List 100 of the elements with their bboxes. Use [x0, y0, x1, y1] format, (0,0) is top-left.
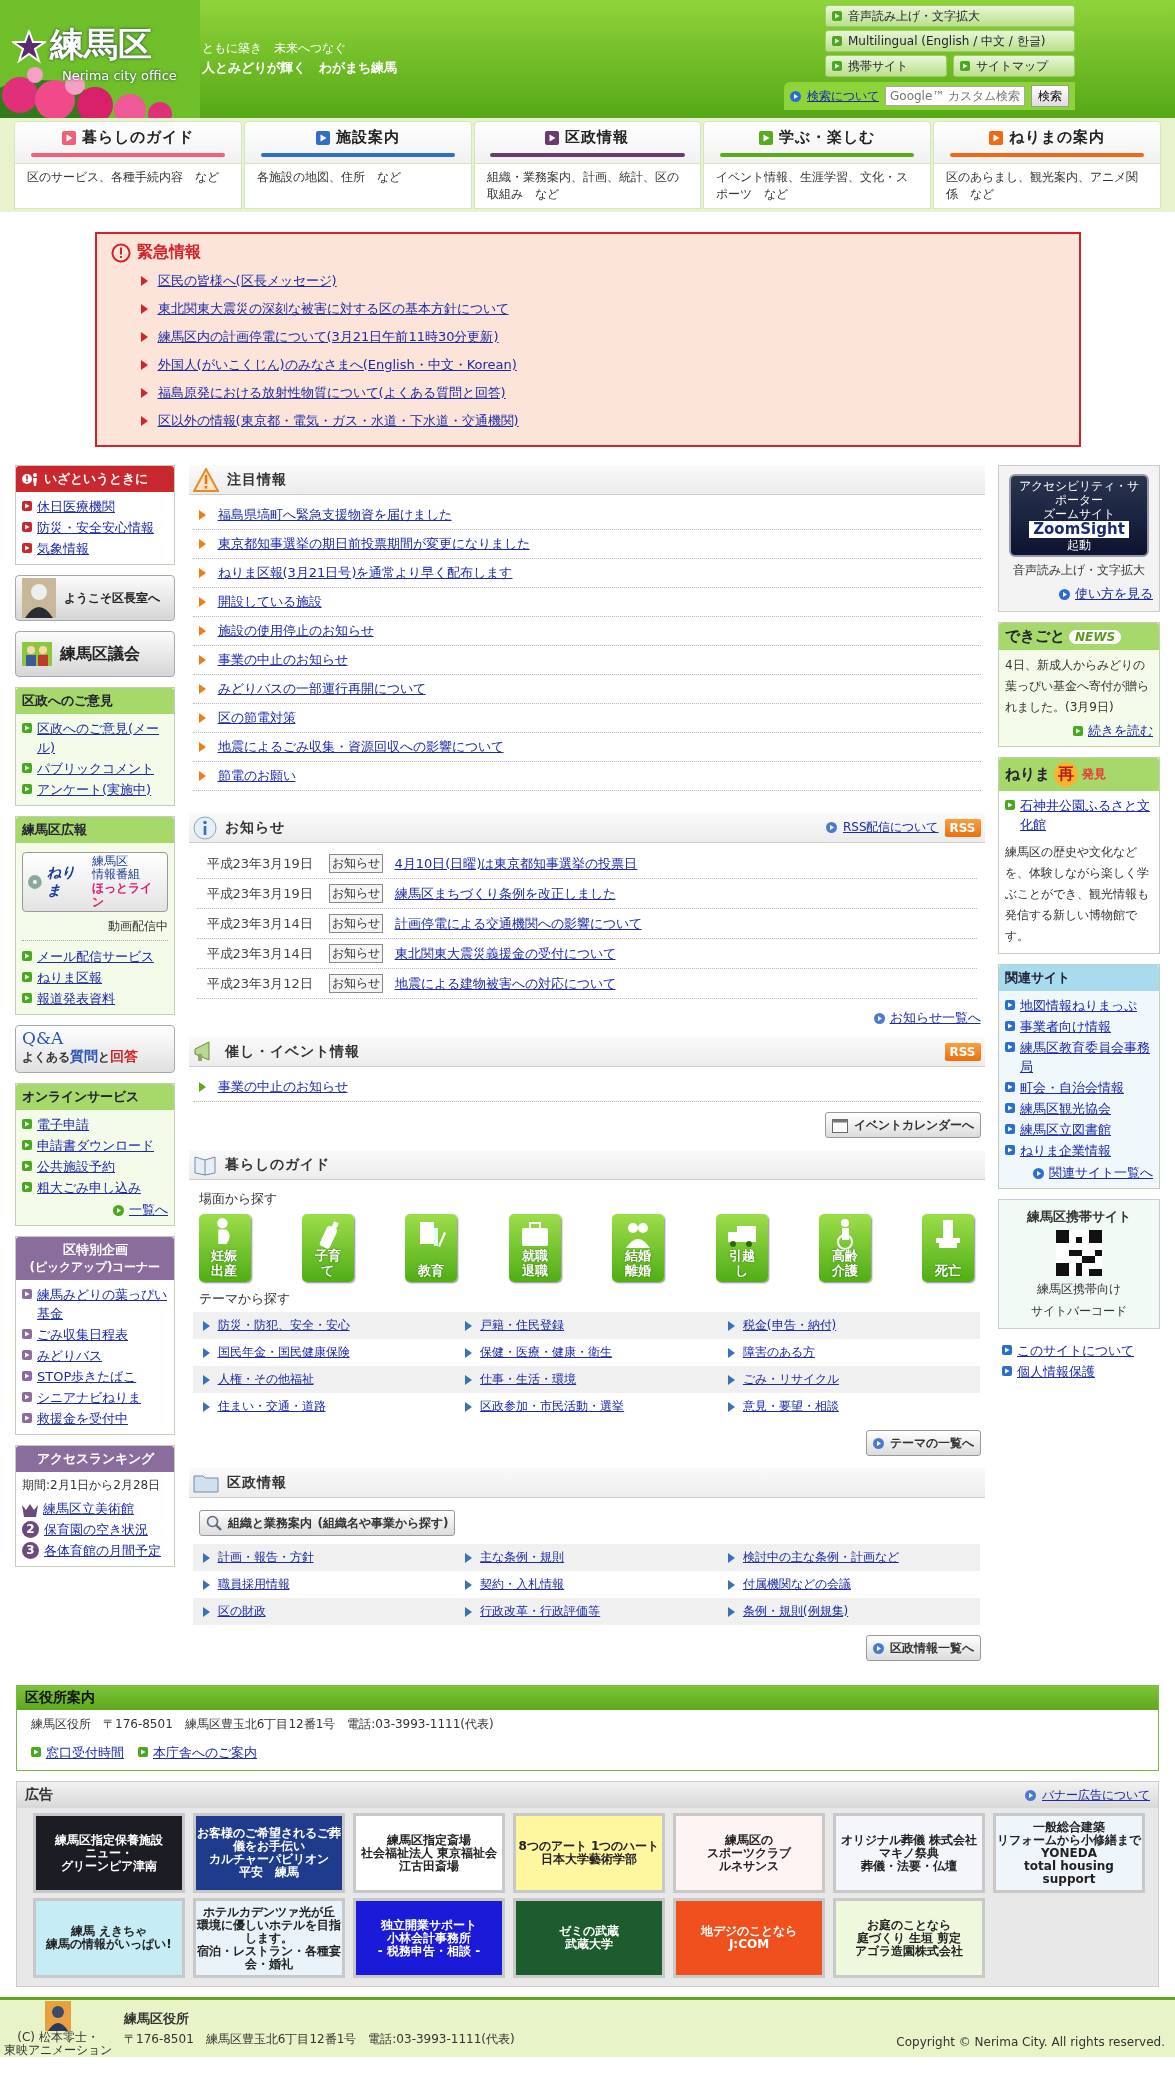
- organization-search-button[interactable]: 組織と業務案内 (組織名や事業から探す): [198, 1510, 456, 1536]
- sidebar-link[interactable]: 練馬みどりの葉っぴい基金: [37, 1285, 168, 1323]
- emergency-link[interactable]: 東北関東大震災の深刻な被害に対する区の基本方針について: [157, 300, 509, 318]
- sidebar-link[interactable]: 区政へのご意見(メール): [37, 719, 168, 757]
- ad-banner[interactable]: オリジナル葬儀 株式会社 マキノ祭典 葬儀・法要・仏壇: [833, 1813, 985, 1893]
- footer-link[interactable]: 個人情報保護: [1017, 1362, 1095, 1381]
- sidebar-link[interactable]: ねりま区報: [37, 968, 102, 987]
- sidebar-link[interactable]: 救援金を受付中: [37, 1409, 128, 1428]
- theme-link[interactable]: 保健・医療・健康・衛生: [480, 1344, 613, 1361]
- notice-link[interactable]: 施設の使用停止のお知らせ: [217, 622, 374, 640]
- sidebar-link[interactable]: 粗大ごみ申し込み: [37, 1178, 141, 1197]
- notice-link[interactable]: ねりま区報(3月21日号)を通常より早く配布します: [217, 564, 513, 582]
- emergency-link[interactable]: 練馬区内の計画停電について(3月21日午前11時30分更新): [157, 328, 499, 346]
- related-link[interactable]: 町会・自治会情報: [1020, 1078, 1124, 1097]
- tool-button[interactable]: Multilingual (English / 中文 / 한글): [825, 30, 1075, 52]
- notice-link[interactable]: 開設している施設: [217, 593, 322, 611]
- sidebar-link[interactable]: 公共施設予約: [37, 1157, 115, 1176]
- policy-link[interactable]: 契約・入札情報: [480, 1576, 565, 1593]
- related-link[interactable]: 練馬区教育委員会事務局: [1020, 1038, 1153, 1076]
- news-link[interactable]: 計画停電による交通機関への影響について: [394, 914, 642, 933]
- notice-link[interactable]: 区の節電対策: [217, 709, 296, 727]
- footer-link[interactable]: このサイトについて: [1017, 1341, 1134, 1360]
- ad-banner[interactable]: 8つのアート 1つのハート 日本大学藝術学部: [513, 1813, 665, 1893]
- sidebar-link[interactable]: 申請書ダウンロード: [37, 1136, 154, 1155]
- notice-link[interactable]: 東京都知事選挙の期日前投票期間が変更になりました: [217, 535, 530, 553]
- notice-link[interactable]: 地震によるごみ収集・資源回収への影響について: [217, 738, 504, 756]
- event-calendar-button[interactable]: イベントカレンダーへ: [824, 1112, 981, 1138]
- ranking-link[interactable]: 各体育館の月間予定: [44, 1541, 161, 1560]
- theme-list-button[interactable]: テーマの一覧へ: [865, 1430, 981, 1456]
- notice-link[interactable]: 事業の中止のお知らせ: [217, 651, 348, 669]
- emergency-link[interactable]: 区以外の情報(東京都・電気・ガス・水道・下水道・交通機関): [157, 412, 519, 430]
- theme-link[interactable]: 住まい・交通・道路: [217, 1398, 326, 1415]
- search-field[interactable]: Google™ カスタム検索: [885, 86, 1025, 106]
- ranking-link[interactable]: 保育園の空き状況: [44, 1520, 148, 1539]
- sidebar-link[interactable]: シニアナビねりま: [37, 1388, 141, 1407]
- sidebar-link[interactable]: STOP歩きたばこ: [37, 1367, 137, 1386]
- office-link[interactable]: 本庁舎へのご案内: [153, 1743, 257, 1762]
- sidebar-link[interactable]: パブリックコメント: [37, 759, 154, 778]
- ad-banner[interactable]: 練馬区指定斎場 社会福祉法人 東京福祉会 江古田斎場: [353, 1813, 505, 1893]
- nav-tab[interactable]: 施設案内: [243, 121, 472, 164]
- nav-tab[interactable]: 暮らしのガイド: [14, 121, 242, 164]
- banner-info-link[interactable]: バナー広告について: [1042, 1786, 1150, 1804]
- sidebar-link[interactable]: みどりバス: [37, 1346, 102, 1365]
- related-link[interactable]: 練馬区立図書館: [1020, 1120, 1111, 1139]
- nav-tab[interactable]: ねりまの案内: [933, 121, 1161, 164]
- office-link[interactable]: 窓口受付時間: [46, 1743, 124, 1762]
- search-button[interactable]: 検索: [1031, 85, 1069, 107]
- usage-link[interactable]: 使い方を見る: [1075, 585, 1153, 603]
- sidebar-link[interactable]: 電子申請: [37, 1115, 89, 1134]
- sidebar-link[interactable]: 気象情報: [37, 539, 89, 558]
- related-link[interactable]: 事業者向け情報: [1020, 1017, 1111, 1036]
- notice-link[interactable]: 福島県塙町へ緊急支援物資を届けました: [217, 506, 452, 524]
- ad-banner[interactable]: お客様のご希望されるご葬儀をお手伝い カルチャーパビリオン 平安 練馬: [193, 1813, 345, 1893]
- ad-banner[interactable]: 地デジのことなら J:COM: [673, 1898, 825, 1978]
- related-link[interactable]: 練馬区観光協会: [1020, 1099, 1111, 1118]
- rss-info-link[interactable]: RSS配信について: [842, 819, 939, 836]
- ad-banner[interactable]: お庭のことなら 庭づくり 生垣 剪定 アゴラ造園株式会社: [833, 1898, 985, 1978]
- more-link[interactable]: 一覧へ: [129, 1201, 168, 1219]
- related-link[interactable]: ねりま企業情報: [1020, 1141, 1111, 1160]
- ad-banner[interactable]: 独立開業サポート 小林会計事務所 - 税務申告・相談 -: [353, 1898, 505, 1978]
- notice-link[interactable]: みどりバスの一部運行再開について: [217, 680, 426, 698]
- emergency-link[interactable]: 外国人(がいこくじん)のみなさまへ(English・中文・Korean): [157, 356, 517, 374]
- mayor-office-banner[interactable]: ようこそ区長室へ: [15, 575, 175, 621]
- emergency-link[interactable]: 区民の皆様へ(区長メッセージ): [157, 272, 337, 290]
- theme-link[interactable]: 国民年金・国民健康保険: [217, 1344, 350, 1361]
- related-link[interactable]: 地図情報ねりまっぷ: [1020, 996, 1137, 1015]
- policy-link[interactable]: 区の財政: [217, 1603, 266, 1620]
- tool-button[interactable]: 音声読み上げ・文字拡大: [825, 5, 1075, 27]
- video-program-banner[interactable]: ねりま 練馬区 情報番組 ほっとライン: [22, 852, 168, 912]
- tool-button[interactable]: サイトマップ: [953, 55, 1075, 77]
- sidebar-link[interactable]: ごみ収集日程表: [37, 1325, 128, 1344]
- theme-link[interactable]: 障害のある方: [742, 1344, 815, 1361]
- theme-link[interactable]: 意見・要望・相談: [742, 1398, 839, 1415]
- tool-button[interactable]: 携帯サイト: [825, 55, 947, 77]
- news-link[interactable]: 地震による建物被害への対応について: [394, 974, 616, 993]
- notice-link[interactable]: 節電のお願い: [217, 767, 296, 785]
- ad-banner[interactable]: 一般総合建築 リフォームから小修繕まで YONEDA total housing support: [993, 1813, 1145, 1893]
- ad-banner[interactable]: 練馬 えきちゃ 練馬の情報がいっぱい!: [33, 1898, 185, 1978]
- news-link[interactable]: 4月10日(日曜)は東京都知事選挙の投票日: [394, 854, 638, 873]
- ranking-link[interactable]: 練馬区立美術館: [43, 1499, 134, 1518]
- ad-banner[interactable]: 練馬区の スポーツクラブ ルネサンス: [673, 1813, 825, 1893]
- more-link[interactable]: 関連サイト一覧へ: [1049, 1164, 1153, 1182]
- zoomsight-launch-button[interactable]: アクセシビリティ・サポーター ズームサイト ZoomSight 起動: [1009, 474, 1149, 557]
- news-link[interactable]: 練馬区まちづくり条例を改正しました: [394, 884, 616, 903]
- more-link[interactable]: お知らせ一覧へ: [889, 1009, 981, 1027]
- theme-link[interactable]: 区政参加・市民活動・選挙: [480, 1398, 625, 1415]
- policy-link[interactable]: 付属機関などの会議: [742, 1576, 851, 1593]
- policy-link[interactable]: 職員採用情報: [217, 1576, 290, 1593]
- ad-banner[interactable]: ゼミの武蔵 武蔵大学: [513, 1898, 665, 1978]
- sidebar-link[interactable]: 休日医療機関: [37, 497, 115, 516]
- policy-list-button[interactable]: 区政情報一覧へ: [865, 1635, 981, 1661]
- ad-banner[interactable]: ホテルカデンツァ光が丘 環境に優しいホテルを目指します。 宿泊・レストラン・各種宴会・婚礼: [193, 1898, 345, 1978]
- emergency-link[interactable]: 福島原発における放射性物質について(よくある質問と回答): [157, 384, 506, 402]
- feature-link[interactable]: 石神井公園ふるさと文化館: [1020, 796, 1153, 834]
- event-link[interactable]: 事業の中止のお知らせ: [217, 1078, 348, 1096]
- sidebar-link[interactable]: 報道発表資料: [37, 989, 115, 1008]
- nav-tab[interactable]: 区政情報: [473, 121, 702, 164]
- sidebar-link[interactable]: 防災・安全安心情報: [37, 518, 154, 537]
- sidebar-link[interactable]: アンケート(実施中): [37, 780, 152, 799]
- nav-tab[interactable]: 学ぶ・楽しむ: [703, 121, 932, 164]
